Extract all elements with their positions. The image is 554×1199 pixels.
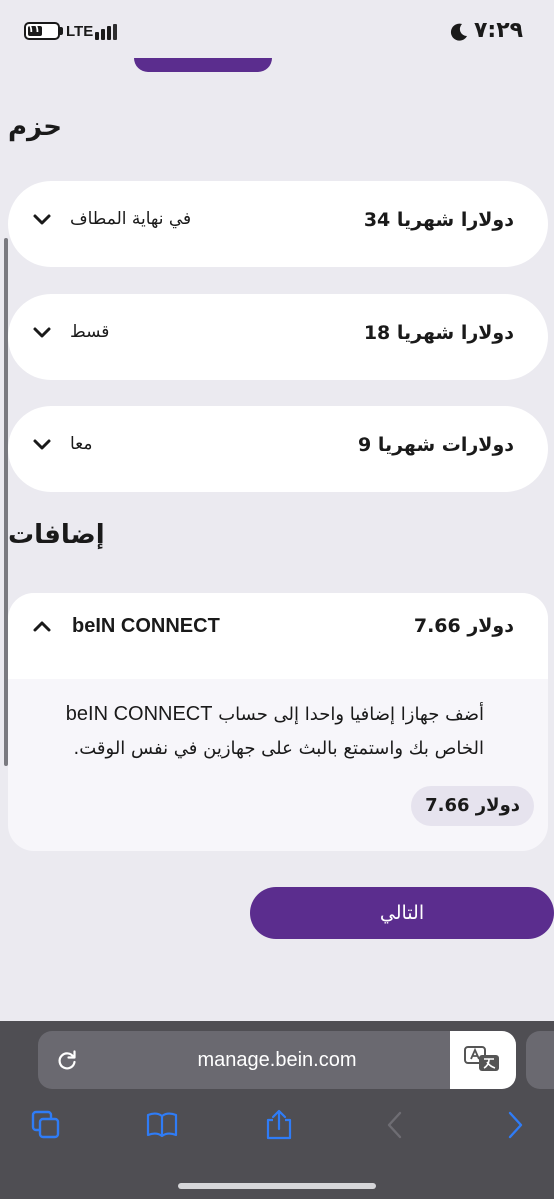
pack-name: معا bbox=[70, 434, 93, 454]
chevron-up-icon bbox=[33, 621, 51, 632]
forward-icon[interactable] bbox=[498, 1109, 530, 1141]
addon-header[interactable]: beIN CONNECT دولار 7.66 bbox=[8, 593, 548, 679]
browser-toolbar: manage.bein.com bbox=[0, 1021, 554, 1199]
chevron-down-icon bbox=[33, 214, 51, 225]
addon-description: أضف جهازا إضافيا واحدا إلى حساب beIN CON… bbox=[18, 697, 484, 766]
pack-name: في نهاية المطاف bbox=[70, 209, 192, 229]
addons-title: إضافات bbox=[8, 520, 105, 550]
pack-price: دولارا شهريا 18 bbox=[363, 322, 514, 344]
battery-level: ١١ bbox=[27, 24, 41, 35]
next-button[interactable]: التالي bbox=[250, 887, 554, 939]
pack-price: دولارا شهريا 34 bbox=[363, 209, 514, 231]
pack-card[interactable]: قسط دولارا شهريا 18 bbox=[8, 294, 548, 380]
page: ١١ LTE ٧:٢٩ حزم في نهاية المطاف دولارا ش… bbox=[0, 0, 554, 1199]
pack-card[interactable]: في نهاية المطاف دولارا شهريا 34 bbox=[8, 181, 548, 267]
addon-description-prefix: أضف جهازا إضافيا واحدا إلى حساب bbox=[212, 704, 484, 725]
home-indicator bbox=[178, 1183, 376, 1189]
back-icon[interactable] bbox=[380, 1109, 412, 1141]
addon-price: دولار 7.66 bbox=[413, 615, 514, 637]
chevron-down-icon bbox=[33, 327, 51, 338]
bookmarks-icon[interactable] bbox=[146, 1109, 178, 1141]
signal-icon bbox=[95, 24, 121, 40]
battery-cap bbox=[60, 27, 63, 35]
addon-description-brand: beIN CONNECT bbox=[65, 703, 213, 725]
pack-name: قسط bbox=[70, 322, 110, 342]
battery-icon: ١١ bbox=[24, 22, 60, 40]
share-icon[interactable] bbox=[263, 1109, 295, 1141]
addon-name: beIN CONNECT bbox=[72, 615, 220, 637]
moon-icon bbox=[450, 23, 467, 41]
addon-card: beIN CONNECT دولار 7.66 أضف جهازا إضافيا… bbox=[8, 593, 548, 851]
translate-icon bbox=[464, 1046, 499, 1071]
translate-button[interactable] bbox=[450, 1031, 516, 1089]
addon-price-badge: دولار 7.66 bbox=[411, 786, 534, 826]
pack-price: دولارات شهريا 9 bbox=[357, 434, 514, 456]
network-type: LTE bbox=[66, 23, 94, 40]
packs-title: حزم bbox=[8, 112, 62, 142]
tabs-icon[interactable] bbox=[30, 1109, 62, 1141]
address-bar[interactable]: manage.bein.com bbox=[38, 1031, 516, 1089]
status-bar: ١١ LTE ٧:٢٩ bbox=[0, 0, 554, 64]
url-text: manage.bein.com bbox=[197, 1049, 357, 1071]
previous-button-edge[interactable] bbox=[134, 58, 272, 72]
pack-card[interactable]: معا دولارات شهريا 9 bbox=[8, 406, 548, 492]
clock: ٧:٢٩ bbox=[474, 18, 524, 43]
next-tab-preview[interactable] bbox=[526, 1031, 554, 1089]
chevron-down-icon bbox=[33, 439, 51, 450]
addon-description-suffix: الخاص بك واستمتع بالبث على جهازين في نفس… bbox=[73, 738, 484, 759]
